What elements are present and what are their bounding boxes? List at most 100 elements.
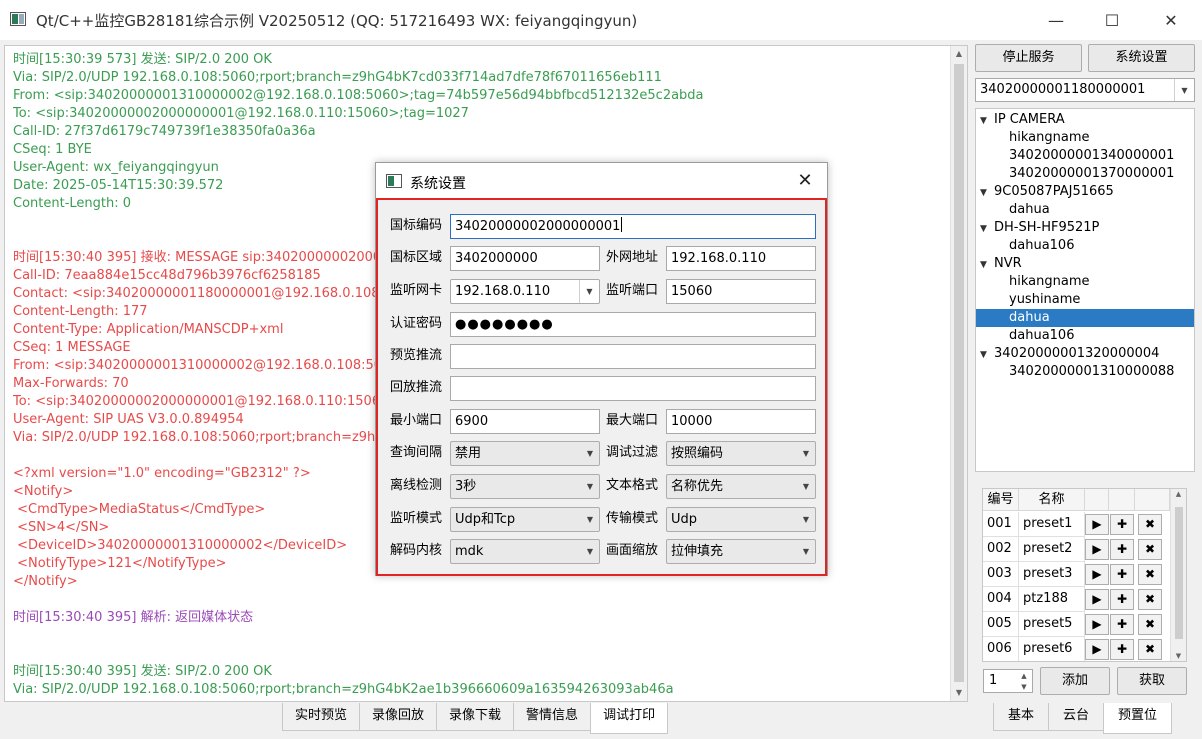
tree-node[interactable]: dahua <box>976 309 1194 327</box>
preset-call-button[interactable]: ▶ <box>1085 614 1109 635</box>
tree-node[interactable]: ▼ NVR <box>976 255 1194 273</box>
chevron-down-icon: ▼ <box>586 547 593 556</box>
gb-region-input[interactable]: 3402000000 <box>450 246 600 271</box>
tree-node[interactable]: ▼ DH-SH-HF9521P <box>976 219 1194 237</box>
spin-up-icon[interactable]: ▲ <box>1017 671 1031 681</box>
tree-expand-arrow-icon[interactable]: ▼ <box>980 220 994 238</box>
preset-call-button[interactable]: ▶ <box>1085 539 1109 560</box>
debug-filter-select[interactable]: 按照编码 ▼ <box>666 441 816 466</box>
preset-add-button[interactable]: ✚ <box>1110 614 1134 635</box>
tree-node[interactable]: ▼ 34020000001320000004 <box>976 345 1194 363</box>
device-select[interactable]: 34020000001180000001 ▼ <box>975 78 1195 102</box>
tree-node[interactable]: ▼ 9C05087PAJ51665 <box>976 183 1194 201</box>
tree-node[interactable]: yushiname <box>976 291 1194 309</box>
preset-call-button[interactable]: ▶ <box>1085 639 1109 660</box>
text-format-select[interactable]: 名称优先 ▼ <box>666 474 816 499</box>
wan-address-input[interactable]: 192.168.0.110 <box>666 246 816 271</box>
tree-expand-arrow-icon[interactable]: ▼ <box>980 184 994 202</box>
decoder-core-select[interactable]: mdk ▼ <box>450 539 600 564</box>
preset-id-cell[interactable]: 005 <box>983 612 1019 637</box>
preset-name-cell[interactable]: preset5 <box>1019 612 1085 637</box>
minimize-button[interactable]: — <box>1027 0 1085 40</box>
preset-id-cell[interactable]: 003 <box>983 562 1019 587</box>
preset-number-spinner[interactable]: 1 ▲ ▼ <box>983 669 1033 693</box>
tree-node[interactable]: ▼ IP CAMERA <box>976 111 1194 129</box>
device-tree[interactable]: ▼ IP CAMERA hikangname 34020000001340000001… <box>975 108 1195 472</box>
preset-name-cell[interactable]: preset6 <box>1019 637 1085 661</box>
preset-add-button[interactable]: ✚ <box>1110 564 1134 585</box>
tree-node[interactable]: 34020000001370000001 <box>976 165 1194 183</box>
fetch-preset-button[interactable]: 获取 <box>1117 667 1187 695</box>
playback-push-input[interactable] <box>450 376 816 401</box>
preset-call-button[interactable]: ▶ <box>1085 564 1109 585</box>
preset-name-cell[interactable]: ptz188 <box>1019 587 1085 612</box>
min-port-input[interactable]: 6900 <box>450 409 600 434</box>
listen-port-input[interactable]: 15060 <box>666 279 816 304</box>
gb-code-input[interactable]: 34020000002000000001 <box>450 214 816 239</box>
preset-scrollbar[interactable]: ▲ ▼ <box>1170 489 1186 661</box>
preset-id-cell[interactable]: 004 <box>983 587 1019 612</box>
image-scale-select[interactable]: 拉伸填充 ▼ <box>666 539 816 564</box>
scroll-up-arrow-icon[interactable]: ▲ <box>951 46 967 62</box>
log-scrollbar[interactable]: ▲ ▼ <box>950 46 967 701</box>
preset-id-cell[interactable]: 001 <box>983 512 1019 537</box>
scroll-up-arrow-icon[interactable]: ▲ <box>1171 490 1186 498</box>
preset-delete-button[interactable]: ✖ <box>1138 514 1162 535</box>
maximize-button[interactable]: ☐ <box>1083 0 1141 40</box>
scroll-down-arrow-icon[interactable]: ▼ <box>1171 652 1186 660</box>
preset-name-cell[interactable]: preset3 <box>1019 562 1085 587</box>
tab-debug-print[interactable]: 调试打印 <box>590 703 669 734</box>
tab-preset[interactable]: 预置位 <box>1103 703 1173 734</box>
preset-delete-button[interactable]: ✖ <box>1138 614 1162 635</box>
add-preset-button[interactable]: 添加 <box>1040 667 1110 695</box>
tree-expand-arrow-icon[interactable]: ▼ <box>980 346 994 364</box>
preset-call-button[interactable]: ▶ <box>1085 589 1109 610</box>
tab-basic[interactable]: 基本 <box>993 703 1050 731</box>
dialog-close-button[interactable]: ✕ <box>793 169 817 193</box>
preset-delete-button[interactable]: ✖ <box>1138 589 1162 610</box>
preset-call-button[interactable]: ▶ <box>1085 514 1109 535</box>
tree-expand-arrow-icon[interactable]: ▼ <box>980 112 994 130</box>
preset-scroll-thumb[interactable] <box>1175 507 1183 639</box>
tab-download[interactable]: 录像下载 <box>436 703 515 731</box>
max-port-input[interactable]: 10000 <box>666 409 816 434</box>
transport-mode-label: 传输模式 <box>606 511 659 526</box>
tree-node[interactable]: hikangname <box>976 129 1194 147</box>
scroll-down-arrow-icon[interactable]: ▼ <box>951 685 967 701</box>
listen-mode-select[interactable]: Udp和Tcp ▼ <box>450 507 600 532</box>
tree-expand-arrow-icon[interactable]: ▼ <box>980 256 994 274</box>
preset-id-cell[interactable]: 002 <box>983 537 1019 562</box>
tab-live-preview[interactable]: 实时预览 <box>282 703 361 731</box>
transport-mode-select[interactable]: Udp ▼ <box>666 507 816 532</box>
tab-playback[interactable]: 录像回放 <box>359 703 438 731</box>
preset-id-cell[interactable]: 006 <box>983 637 1019 661</box>
offline-check-select[interactable]: 3秒 ▼ <box>450 474 600 499</box>
preset-delete-button[interactable]: ✖ <box>1138 639 1162 660</box>
query-interval-select[interactable]: 禁用 ▼ <box>450 441 600 466</box>
preset-delete-button[interactable]: ✖ <box>1138 564 1162 585</box>
preview-push-input[interactable] <box>450 344 816 369</box>
tree-node[interactable]: dahua106 <box>976 237 1194 255</box>
tab-alarm-info[interactable]: 警情信息 <box>513 703 592 731</box>
tree-node[interactable]: 34020000001340000001 <box>976 147 1194 165</box>
preset-name-cell[interactable]: preset1 <box>1019 512 1085 537</box>
preset-add-button[interactable]: ✚ <box>1110 539 1134 560</box>
auth-password-input[interactable]: ●●●●●●●● <box>450 312 816 337</box>
preset-add-button[interactable]: ✚ <box>1110 589 1134 610</box>
system-settings-button[interactable]: 系统设置 <box>1088 44 1195 72</box>
preset-add-button[interactable]: ✚ <box>1110 514 1134 535</box>
tree-node[interactable]: 34020000001310000088 <box>976 363 1194 381</box>
preset-number-value: 1 <box>989 673 998 688</box>
preset-add-button[interactable]: ✚ <box>1110 639 1134 660</box>
close-window-button[interactable]: ✕ <box>1142 0 1200 40</box>
spin-down-icon[interactable]: ▼ <box>1017 682 1031 692</box>
stop-service-button[interactable]: 停止服务 <box>975 44 1082 72</box>
preset-delete-button[interactable]: ✖ <box>1138 539 1162 560</box>
tab-ptz[interactable]: 云台 <box>1048 703 1105 731</box>
tree-node[interactable]: dahua <box>976 201 1194 219</box>
preset-name-cell[interactable]: preset2 <box>1019 537 1085 562</box>
listen-nic-select[interactable]: 192.168.0.110 ▼ <box>450 279 600 304</box>
log-scroll-thumb[interactable] <box>954 64 964 682</box>
tree-node[interactable]: dahua106 <box>976 327 1194 345</box>
tree-node[interactable]: hikangname <box>976 273 1194 291</box>
